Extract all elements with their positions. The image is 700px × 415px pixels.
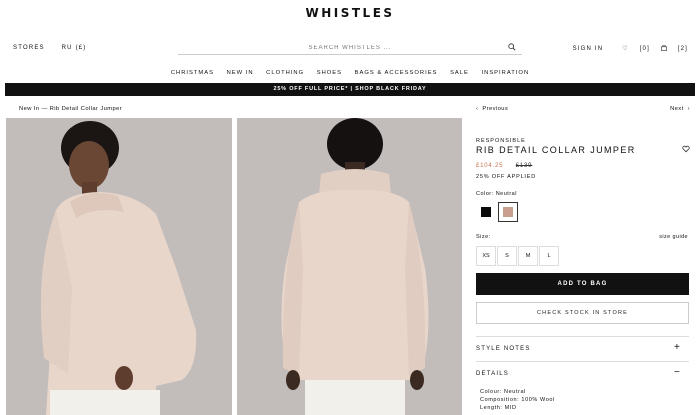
size-guide-link[interactable]: size guide <box>659 234 688 240</box>
swatch-black[interactable] <box>476 202 496 222</box>
price-block: £104.25 £139 <box>476 163 532 169</box>
details-list: Colour: Neutral Composition: 100% Wool L… <box>480 388 555 412</box>
promo-banner[interactable]: 25% OFF FULL PRICE* | SHOP BLACK FRIDAY <box>5 83 695 96</box>
size-s[interactable]: S <box>497 246 517 266</box>
top-bar: STORES RU (£) SIGN IN ♡ [0] [2] <box>0 42 700 56</box>
search-input[interactable] <box>190 42 510 54</box>
swatch-neutral-fill <box>503 207 513 217</box>
bag-link[interactable]: [2] <box>661 44 688 52</box>
bag-count: [2] <box>677 46 688 52</box>
stores-link[interactable]: STORES <box>13 45 45 51</box>
chevron-right-icon: › <box>687 106 690 112</box>
minus-icon: − <box>673 367 681 378</box>
product-image-front[interactable] <box>6 118 232 415</box>
nav-shoes[interactable]: SHOES <box>317 70 342 76</box>
product-title: RIB DETAIL COLLAR JUMPER <box>476 145 636 155</box>
wishlist-count: [0] <box>639 46 650 52</box>
swatch-neutral[interactable] <box>498 202 518 222</box>
style-notes-label: STYLE NOTES <box>476 346 531 352</box>
model-front-illustration <box>6 118 232 415</box>
add-to-bag-button[interactable]: ADD TO BAG <box>476 273 689 295</box>
locale-selector[interactable]: RU (£) <box>62 45 87 51</box>
detail-colour: Colour: Neutral <box>480 389 526 395</box>
size-m[interactable]: M <box>518 246 538 266</box>
heart-icon: ♡ <box>622 46 629 52</box>
chevron-left-icon: ‹ <box>476 106 479 112</box>
swatch-black-fill <box>481 207 491 217</box>
product-image-back[interactable] <box>237 118 462 415</box>
nav-christmas[interactable]: CHRISTMAS <box>171 70 214 76</box>
details-accordion[interactable]: DETAILS − <box>476 361 689 385</box>
nav-bags-accessories[interactable]: BAGS & ACCESSORIES <box>355 70 438 76</box>
color-label: Color: Neutral <box>476 191 517 197</box>
detail-composition: Composition: 100% Wool <box>480 397 555 403</box>
product-tag: RESPONSIBLE <box>476 138 526 144</box>
style-notes-accordion[interactable]: STYLE NOTES + <box>476 336 689 360</box>
original-price: £139 <box>515 163 533 169</box>
nav-new-in[interactable]: NEW IN <box>227 70 254 76</box>
sale-price: £104.25 <box>476 163 504 169</box>
check-stock-button[interactable]: CHECK STOCK IN STORE <box>476 302 689 324</box>
previous-product-link[interactable]: ‹ Previous <box>476 106 508 112</box>
details-label: DETAILS <box>476 371 509 377</box>
size-l[interactable]: L <box>539 246 559 266</box>
nav-inspiration[interactable]: INSPIRATION <box>482 70 530 76</box>
sign-in-link[interactable]: SIGN IN <box>573 46 604 52</box>
search-bar[interactable] <box>178 42 522 55</box>
nav-clothing[interactable]: CLOTHING <box>266 70 304 76</box>
wishlist-heart-icon[interactable] <box>682 145 690 153</box>
main-nav: CHRISTMAS NEW IN CLOTHING SHOES BAGS & A… <box>0 70 700 76</box>
wishlist-link[interactable]: ♡ [0] <box>614 46 653 52</box>
nav-sale[interactable]: SALE <box>450 70 469 76</box>
breadcrumb[interactable]: New In — Rib Detail Collar Jumper <box>19 106 122 112</box>
size-xs[interactable]: XS <box>476 246 496 266</box>
next-label: Next <box>670 106 684 112</box>
size-label: Size: <box>476 234 491 240</box>
search-icon[interactable] <box>508 43 516 51</box>
model-back-illustration <box>237 118 462 415</box>
detail-length: Length: MID <box>480 405 517 411</box>
next-product-link[interactable]: Next › <box>670 106 690 112</box>
previous-label: Previous <box>482 106 509 112</box>
bag-icon <box>661 44 667 51</box>
discount-note: 25% OFF APPLIED <box>476 174 536 180</box>
brand-logo[interactable]: WHISTLES <box>0 6 700 20</box>
plus-icon: + <box>673 342 681 353</box>
